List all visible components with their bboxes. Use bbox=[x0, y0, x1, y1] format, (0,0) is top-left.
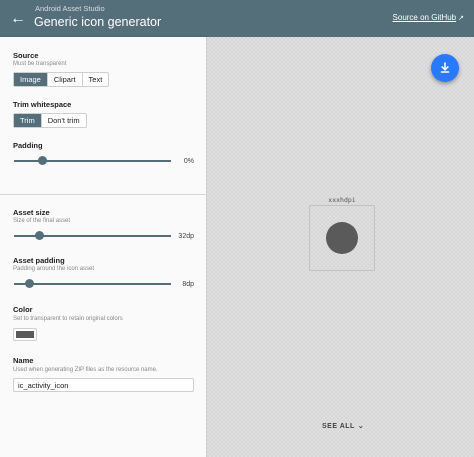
asset-size-hint: Size of the final asset bbox=[13, 218, 71, 224]
source-link-label: Source on GitHub bbox=[392, 13, 457, 22]
density-label: xxxhdpi bbox=[328, 196, 356, 204]
arrow-back-icon[interactable]: ← bbox=[9, 10, 27, 28]
source-option-text[interactable]: Text bbox=[83, 73, 109, 86]
trim-option-trim[interactable]: Trim bbox=[14, 114, 42, 127]
section-divider bbox=[0, 194, 206, 195]
asset-size-value: 32dp bbox=[178, 233, 194, 240]
color-label: Color bbox=[13, 305, 33, 314]
source-on-github-link[interactable]: Source on GitHub ↗ bbox=[393, 13, 464, 22]
asset-padding-slider-thumb[interactable] bbox=[25, 279, 35, 288]
source-hint: Must be transparent bbox=[13, 61, 67, 67]
asset-padding-value: 8dp bbox=[182, 281, 194, 288]
color-swatch-fill bbox=[16, 331, 34, 338]
source-option-clipart[interactable]: Clipart bbox=[48, 73, 83, 86]
app-subtitle: Android Asset Studio bbox=[35, 4, 105, 13]
open-in-new-icon: ↗ bbox=[458, 15, 464, 22]
app-bar: ← Android Asset Studio Generic icon gene… bbox=[0, 0, 474, 37]
asset-size-label: Asset size bbox=[13, 208, 50, 217]
asset-size-slider-thumb[interactable] bbox=[34, 231, 44, 240]
color-hint: Set to transparent to retain original co… bbox=[13, 316, 123, 322]
name-label: Name bbox=[13, 356, 34, 365]
trim-selector: Trim Don't trim bbox=[13, 113, 87, 128]
name-input[interactable] bbox=[13, 378, 194, 392]
asset-padding-slider[interactable] bbox=[14, 279, 171, 289]
name-hint: Used when generating ZIP files as the re… bbox=[13, 367, 158, 373]
source-label: Source bbox=[13, 51, 39, 60]
padding-slider[interactable] bbox=[14, 156, 171, 166]
asset-size-slider[interactable] bbox=[14, 231, 171, 241]
source-selector: Image Clipart Text bbox=[13, 72, 110, 87]
options-sidebar: Source Must be transparent Image Clipart… bbox=[0, 37, 207, 457]
icon-preview-frame bbox=[309, 205, 375, 271]
generated-icon-preview bbox=[326, 222, 358, 254]
see-all-button[interactable]: SEE ALL ⌄ bbox=[322, 422, 364, 430]
padding-slider-thumb[interactable] bbox=[37, 156, 47, 165]
trim-label: Trim whitespace bbox=[13, 100, 72, 109]
padding-label: Padding bbox=[13, 141, 43, 150]
source-option-image[interactable]: Image bbox=[14, 73, 48, 86]
download-icon bbox=[440, 62, 450, 73]
padding-value: 0% bbox=[183, 158, 194, 165]
page-title: Generic icon generator bbox=[34, 15, 162, 29]
see-all-label: SEE ALL bbox=[322, 423, 355, 430]
download-button[interactable] bbox=[431, 54, 459, 82]
chevron-down-icon: ⌄ bbox=[357, 423, 365, 430]
asset-padding-slider-track bbox=[14, 283, 171, 285]
trim-option-dont-trim[interactable]: Don't trim bbox=[42, 114, 86, 127]
color-picker-swatch[interactable] bbox=[13, 328, 37, 341]
asset-padding-label: Asset padding bbox=[13, 256, 65, 265]
asset-padding-hint: Padding around the icon asset bbox=[13, 266, 95, 272]
